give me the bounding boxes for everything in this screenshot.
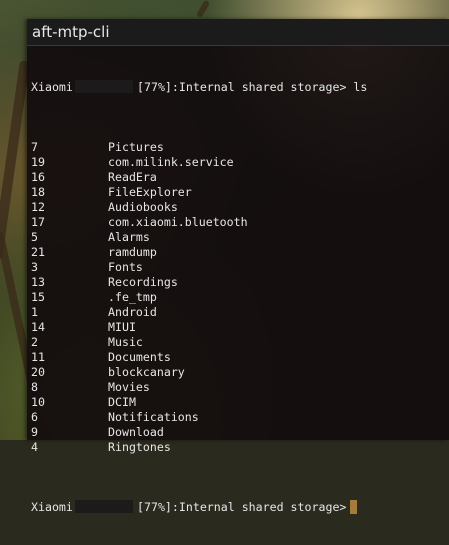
item-name: Pictures — [108, 140, 164, 154]
redacted-device-id — [75, 500, 133, 513]
prompt-line: Xiaomi [77%]:Internal shared storage> ls — [31, 80, 447, 95]
prompt-path: [77%]:Internal shared storage> — [137, 500, 347, 514]
item-count: 19 — [31, 155, 45, 169]
listing-row: 1 Android — [31, 305, 447, 320]
prompt-line-current[interactable]: Xiaomi [77%]:Internal shared storage> — [31, 500, 447, 515]
wallpaper-branch — [0, 60, 30, 260]
prompt-device-name: Xiaomi — [31, 80, 73, 94]
listing-row: 10 DCIM — [31, 395, 447, 410]
item-name: Documents — [108, 350, 171, 364]
item-count: 2 — [31, 335, 38, 349]
item-count: 20 — [31, 365, 45, 379]
listing-row: 9 Download — [31, 425, 447, 440]
window-title: aft-mtp-cli — [32, 23, 110, 41]
item-name: .fe_tmp — [108, 290, 157, 304]
item-name: com.milink.service — [108, 155, 234, 169]
item-name: Recordings — [108, 275, 178, 289]
listing-row: 13 Recordings — [31, 275, 447, 290]
item-count: 6 — [31, 410, 38, 424]
item-count: 13 — [31, 275, 45, 289]
item-count: 9 — [31, 425, 38, 439]
item-name: Fonts — [108, 260, 143, 274]
item-count: 4 — [31, 440, 38, 454]
item-count: 5 — [31, 230, 38, 244]
item-name: Movies — [108, 380, 150, 394]
listing-row: 3 Fonts — [31, 260, 447, 275]
item-count: 1 — [31, 305, 38, 319]
item-name: DCIM — [108, 395, 136, 409]
item-name: Audiobooks — [108, 200, 178, 214]
listing-row: 14 MIUI — [31, 320, 447, 335]
wallpaper-branch — [195, 0, 211, 19]
item-count: 21 — [31, 245, 45, 259]
item-name: Music — [108, 335, 143, 349]
listing-row: 17 com.xiaomi.bluetooth — [31, 215, 447, 230]
listing-row: 18 FileExplorer — [31, 185, 447, 200]
window-titlebar[interactable]: aft-mtp-cli — [27, 19, 449, 46]
prompt-path: [77%]:Internal shared storage> — [137, 80, 347, 94]
redacted-device-id — [75, 80, 133, 93]
listing-row: 16 ReadEra — [31, 170, 447, 185]
item-count: 14 — [31, 320, 45, 334]
listing-row: 12 Audiobooks — [31, 200, 447, 215]
item-name: ReadEra — [108, 170, 157, 184]
listing-row: 19 com.milink.service — [31, 155, 447, 170]
item-count: 12 — [31, 200, 45, 214]
item-name: MIUI — [108, 320, 136, 334]
item-count: 7 — [31, 140, 38, 154]
item-name: FileExplorer — [108, 185, 192, 199]
listing-row: 7 Pictures — [31, 140, 447, 155]
listing-row: 6 Notifications — [31, 410, 447, 425]
item-count: 17 — [31, 215, 45, 229]
listing-row: 21 ramdump — [31, 245, 447, 260]
listing-row: 11 Documents — [31, 350, 447, 365]
item-name: com.xiaomi.bluetooth — [108, 215, 248, 229]
terminal-window[interactable]: aft-mtp-cli Xiaomi [77%]:Internal shared … — [27, 19, 449, 514]
listing-output: 7 Pictures 19 com.milink.service 16 ReadEra 18… — [31, 140, 447, 455]
item-count: 3 — [31, 260, 38, 274]
item-name: Notifications — [108, 410, 199, 424]
item-name: Alarms — [108, 230, 150, 244]
prompt-device-name: Xiaomi — [31, 500, 73, 514]
terminal-output[interactable]: Xiaomi [77%]:Internal shared storage> ls … — [31, 50, 447, 545]
listing-row: 2 Music — [31, 335, 447, 350]
listing-row: 4 Ringtones — [31, 440, 447, 455]
item-name: blockcanary — [108, 365, 185, 379]
item-name: Download — [108, 425, 164, 439]
item-name: ramdump — [108, 245, 157, 259]
prompt-command: ls — [353, 80, 368, 94]
item-count: 15 — [31, 290, 45, 304]
item-count: 10 — [31, 395, 45, 409]
item-count: 8 — [31, 380, 38, 394]
text-cursor — [350, 500, 358, 514]
item-count: 18 — [31, 185, 45, 199]
listing-row: 15 .fe_tmp — [31, 290, 447, 305]
item-count: 11 — [31, 350, 45, 364]
item-name: Ringtones — [108, 440, 171, 454]
listing-row: 5 Alarms — [31, 230, 447, 245]
listing-row: 8 Movies — [31, 380, 447, 395]
listing-row: 20 blockcanary — [31, 365, 447, 380]
item-count: 16 — [31, 170, 45, 184]
item-name: Android — [108, 305, 157, 319]
